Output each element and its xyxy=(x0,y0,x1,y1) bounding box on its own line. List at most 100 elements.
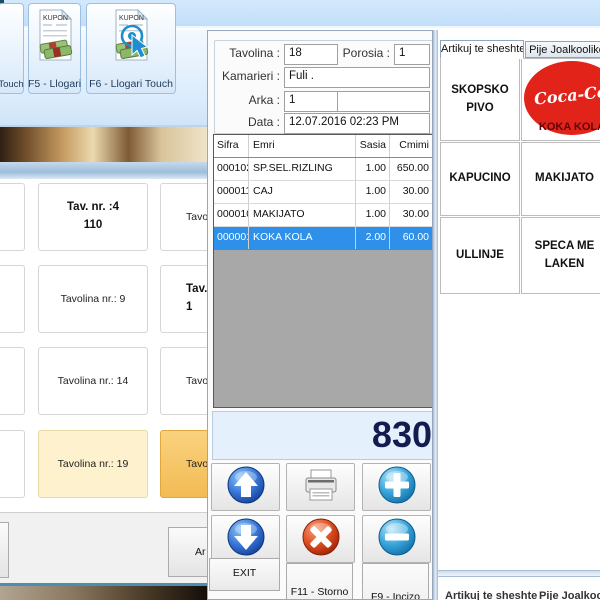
kamarieri-label: Kamarieri : xyxy=(208,67,280,85)
add-item-button[interactable] xyxy=(362,463,431,511)
product-button-koka-kola[interactable]: Coca-Cola KOKA KOLA xyxy=(521,58,600,141)
ribbon-button-f6-llogari-touch[interactable]: KUPON F6 - Llogari Touch xyxy=(86,3,176,94)
table-header-row: Sifra Emri Sasia Cmimi xyxy=(214,135,433,158)
f11-storno-button[interactable]: F11 - Storno Incizo xyxy=(286,563,353,600)
catalog-panel: Artikuj te sheshte Pije Joalkoolike SKOP… xyxy=(438,30,600,600)
move-down-button[interactable] xyxy=(211,515,280,563)
cell-cmimi: 30.00 xyxy=(390,181,432,203)
table-button[interactable]: Tavoli xyxy=(160,430,207,498)
table-row[interactable]: 000011 CAJ 1.00 30.00 xyxy=(214,181,433,204)
table-button-label: Tavoli xyxy=(186,373,207,389)
table-button-19[interactable]: Tavolina nr.: 19 xyxy=(38,430,148,498)
f11-storno-label: F11 - Storno xyxy=(287,585,352,600)
svg-text:KUPON: KUPON xyxy=(43,15,68,22)
order-total: 830 xyxy=(212,411,433,460)
remove-item-button[interactable] xyxy=(362,515,431,563)
bottom-tab-artikuj[interactable]: Artikuj te sheshte xyxy=(445,590,537,600)
cell-sifra: 000102 xyxy=(214,158,249,180)
table-button[interactable] xyxy=(0,430,25,498)
header-sasia[interactable]: Sasia xyxy=(356,135,390,157)
background-photo-band xyxy=(0,127,207,162)
tab-artikuj-te-sheshte[interactable]: Artikuj te sheshte xyxy=(440,40,524,59)
product-button-kapucino[interactable]: KAPUCINO xyxy=(440,142,520,216)
down-arrow-icon xyxy=(226,517,266,562)
f9-incizo-label: F9 - Incizo xyxy=(363,591,428,600)
porosia-label: Porosia : xyxy=(336,44,390,62)
cancel-button[interactable] xyxy=(286,515,355,563)
header-cmimi[interactable]: Cmimi xyxy=(390,135,432,157)
ribbon-button-partial[interactable]: Touch xyxy=(0,3,24,94)
cell-cmimi: 60.00 xyxy=(390,227,432,249)
table-button[interactable] xyxy=(0,347,25,415)
cancel-x-icon xyxy=(301,517,341,562)
cell-sasia: 2.00 xyxy=(356,227,390,249)
table-button-9[interactable]: Tavolina nr.: 9 xyxy=(38,265,148,333)
move-up-button[interactable] xyxy=(211,463,280,511)
kamarieri-field[interactable]: Fuli . xyxy=(284,67,430,88)
header-sifra[interactable]: Sifra xyxy=(214,135,249,157)
ribbon-button-label: Touch xyxy=(0,79,24,93)
print-button[interactable] xyxy=(286,463,355,511)
cell-emri: CAJ xyxy=(249,181,356,203)
porosia-field[interactable]: 1 xyxy=(394,44,430,65)
kupon-touch-icon: KUPON xyxy=(111,8,151,69)
product-button-ullinje[interactable]: ULLINJE xyxy=(440,217,520,294)
catalog-divider xyxy=(438,570,600,577)
data-label: Data : xyxy=(208,113,280,131)
toolbar-button-partial[interactable] xyxy=(0,522,9,578)
product-button-skopsko-pivo[interactable]: SKOPSKO PIVO xyxy=(440,58,520,141)
table-button[interactable]: Tavol xyxy=(160,183,207,251)
table-row[interactable]: 000102 SP.SEL.RIZLING 1.00 650.00 xyxy=(214,158,433,181)
tavolina-field[interactable]: 18 xyxy=(284,44,338,65)
table-button-label: Tavolina nr.: 9 xyxy=(61,291,126,307)
arka-field[interactable]: 1 xyxy=(284,91,338,112)
printer-icon xyxy=(301,465,341,510)
arka-label: Arka : xyxy=(208,91,280,109)
cell-sifra: 000010 xyxy=(214,204,249,226)
ribbon-button-f5-llogari[interactable]: KUPON F5 - Llogari xyxy=(28,3,81,94)
product-button-speca-me-laken[interactable]: SPECA ME LAKEN xyxy=(521,217,600,294)
table-button-label: Tavolina nr.: 14 xyxy=(58,373,129,389)
table-button[interactable] xyxy=(0,183,25,251)
coca-cola-logo: Coca-Cola KOKA KOLA xyxy=(524,61,600,135)
tables-grid-panel: Tav. nr. :4 110 Tavol Tavolina nr.: 9 Ta… xyxy=(0,180,207,512)
header-emri[interactable]: Emri xyxy=(249,135,356,157)
kupon-money-icon: KUPON xyxy=(35,8,75,69)
product-button-makijato[interactable]: MAKIJATO xyxy=(521,142,600,216)
table-button[interactable] xyxy=(0,265,25,333)
artikujt-button-label: Ar xyxy=(195,546,206,558)
bottom-tab-pije[interactable]: Pije Joalkoolike xyxy=(539,590,600,600)
blue-divider-strip xyxy=(0,162,207,180)
table-button[interactable]: Tavoli xyxy=(160,347,207,415)
table-button-14[interactable]: Tavolina nr.: 14 xyxy=(38,347,148,415)
ribbon-button-label: F5 - Llogari xyxy=(28,78,81,93)
table-button-label: Tavolina nr.: 19 xyxy=(58,456,129,472)
cell-cmimi: 650.00 xyxy=(390,158,432,180)
f9-incizo-button[interactable]: F9 - Incizo xyxy=(362,563,429,600)
exit-button[interactable]: EXIT xyxy=(209,558,280,591)
background-photo-bottom xyxy=(0,586,207,600)
product-label: KOKA KOLA xyxy=(524,119,600,136)
pos-app: Touch KUPON F5 - Llogari xyxy=(0,0,600,600)
cell-sasia: 1.00 xyxy=(356,181,390,203)
order-items-table: Sifra Emri Sasia Cmimi 000102 SP.SEL.RIZ… xyxy=(213,134,433,408)
plus-icon xyxy=(377,465,417,510)
table-button[interactable]: Tav. 1 xyxy=(160,265,207,333)
ribbon-button-label: F6 - Llogari Touch xyxy=(89,78,173,93)
table-button-label: Tav. xyxy=(186,281,207,299)
cell-emri: MAKIJATO xyxy=(249,204,356,226)
table-button-label: Tavoli xyxy=(186,456,207,472)
cell-cmimi: 30.00 xyxy=(390,204,432,226)
arka-secondary-field[interactable] xyxy=(337,91,430,112)
tab-pije-joalkoolike[interactable]: Pije Joalkoolike xyxy=(525,41,600,58)
table-row-selected[interactable]: 000001 KOKA KOLA 2.00 60.00 xyxy=(214,227,433,250)
tavolina-label: Tavolina : xyxy=(208,44,280,62)
minus-icon xyxy=(377,517,417,562)
cell-sasia: 1.00 xyxy=(356,158,390,180)
table-button-sublabel: 110 xyxy=(84,217,103,235)
data-field[interactable]: 12.07.2016 02:23 PM xyxy=(284,113,430,134)
table-button-label: Tav. nr. :4 xyxy=(67,199,119,217)
table-button-4[interactable]: Tav. nr. :4 110 xyxy=(38,183,148,251)
coca-cola-script-text: Coca-Cola xyxy=(528,78,600,112)
table-row[interactable]: 000010 MAKIJATO 1.00 30.00 xyxy=(214,204,433,227)
